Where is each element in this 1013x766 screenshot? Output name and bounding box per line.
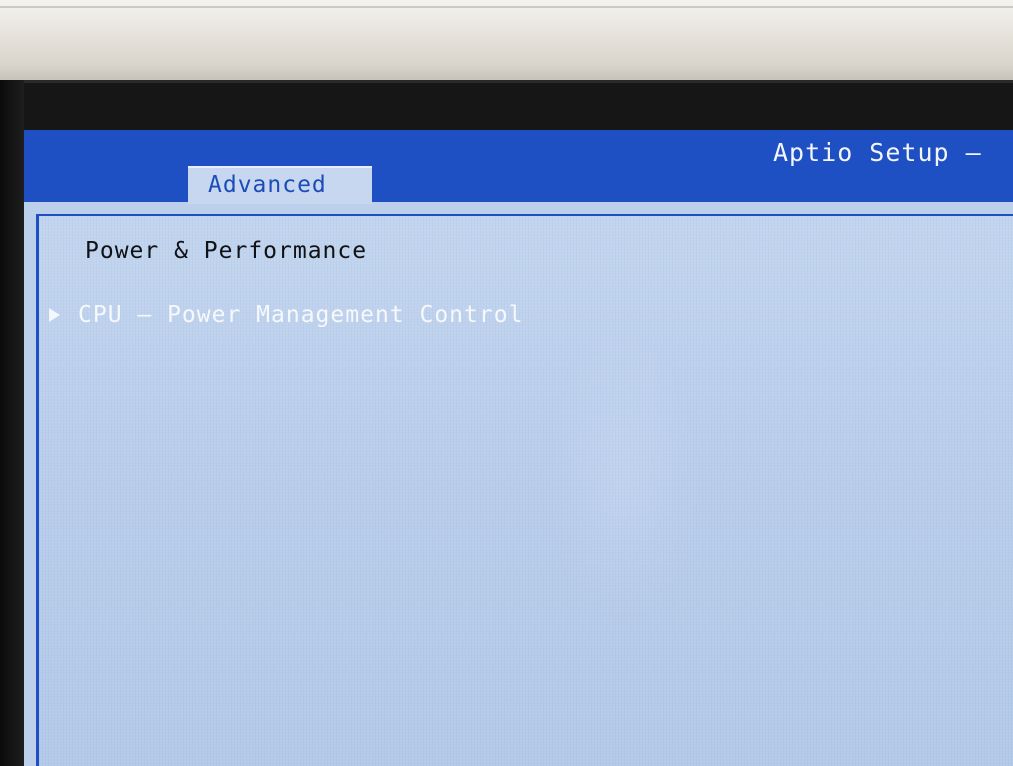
title-bar: Aptio Setup – Advanced bbox=[24, 130, 1013, 204]
submenu-arrow-icon bbox=[49, 308, 60, 322]
tab-advanced-label: Advanced bbox=[208, 172, 327, 198]
menu-item-label: CPU – Power Management Control bbox=[78, 302, 524, 328]
monitor-bezel-left bbox=[0, 80, 24, 766]
section-title: Power & Performance bbox=[85, 238, 368, 264]
wall-background bbox=[0, 0, 1013, 92]
bios-screen: Aptio Setup – Advanced Power & Performan… bbox=[24, 130, 1013, 766]
menu-item-cpu-power-management[interactable]: CPU – Power Management Control bbox=[49, 300, 523, 330]
app-title: Aptio Setup – bbox=[773, 138, 982, 167]
photo-frame: Aptio Setup – Advanced Power & Performan… bbox=[0, 0, 1013, 766]
wall-edge bbox=[0, 6, 1013, 8]
tab-advanced[interactable]: Advanced bbox=[188, 166, 372, 204]
main-panel: Power & Performance CPU – Power Manageme… bbox=[36, 214, 1013, 766]
